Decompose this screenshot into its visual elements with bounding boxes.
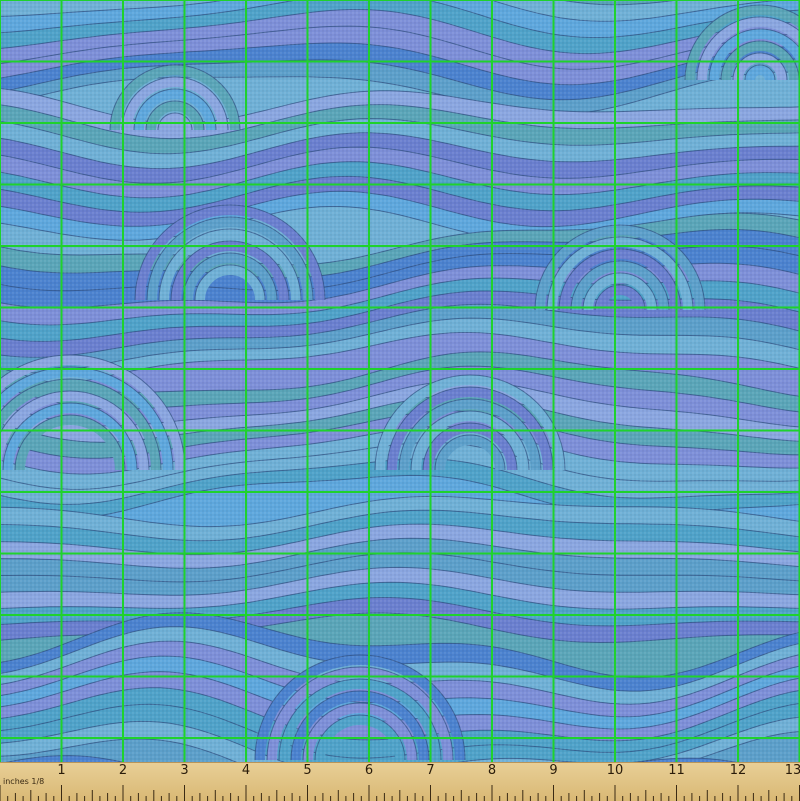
ruler-number: 9	[549, 763, 558, 778]
ruler-number: 3	[180, 763, 189, 778]
dot-texture-overlay	[0, 0, 800, 762]
ruler-number: 6	[364, 763, 374, 778]
ruler-number: 1	[57, 763, 66, 778]
ruler: inches 1/8 1 2 3 4 5 6 7 8 9 10 11 12 13	[0, 762, 800, 801]
ruler-number: 10	[606, 763, 624, 778]
ruler-number: 13	[784, 763, 800, 778]
ruler-unit-label: inches 1/8	[3, 777, 45, 786]
ruler-number: 8	[487, 763, 497, 778]
ruler-number: 5	[303, 763, 312, 778]
wave-pattern-fabric	[0, 0, 800, 762]
ruler-number: 4	[241, 763, 251, 778]
ruler-number: 7	[426, 763, 435, 778]
wave-pattern-image	[0, 0, 800, 762]
fabric-swatch-view: inches 1/8 1 2 3 4 5 6 7 8 9 10 11 12 13	[0, 0, 800, 801]
ruler-number: 11	[668, 763, 685, 778]
ruler-number: 12	[729, 763, 747, 778]
ruler-number: 2	[118, 763, 128, 778]
